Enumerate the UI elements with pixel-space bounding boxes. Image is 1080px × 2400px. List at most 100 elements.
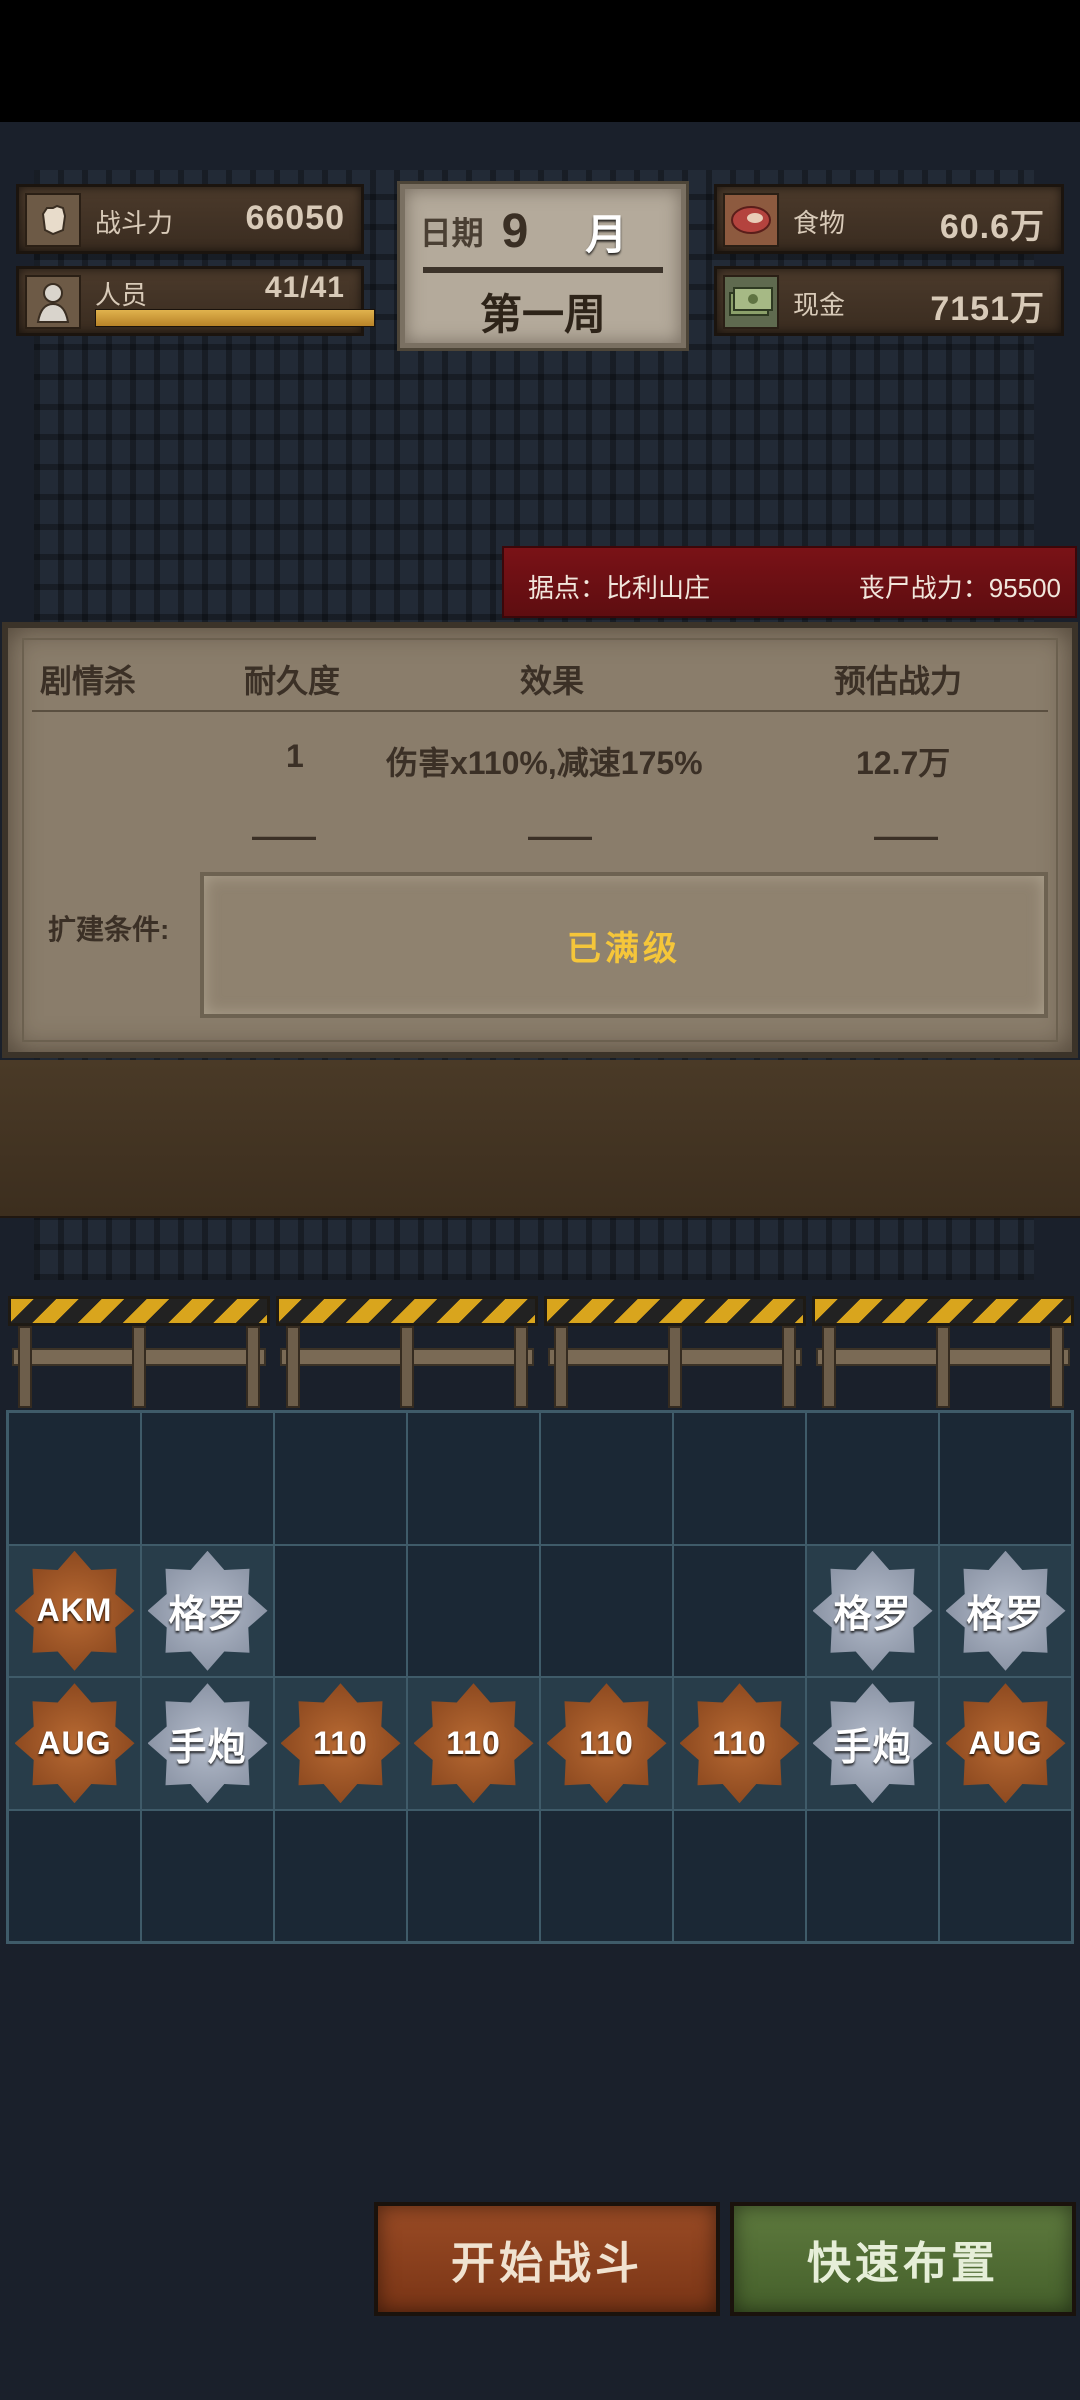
- header-durability: 耐久度: [244, 663, 341, 699]
- unit-token[interactable]: 手炮: [147, 1683, 268, 1804]
- cash-label: 现金: [793, 290, 846, 320]
- unit-token[interactable]: AKM: [14, 1550, 135, 1671]
- cash-value: 7151万: [930, 290, 1045, 328]
- grid-cell[interactable]: [939, 1412, 1072, 1545]
- unit-token[interactable]: 110: [413, 1683, 534, 1804]
- unit-label: 手炮: [833, 1726, 912, 1769]
- cash-stat: 现金 7151万: [714, 266, 1064, 336]
- grid-cell[interactable]: [274, 1809, 407, 1942]
- person-icon: [25, 275, 81, 329]
- row1-power: 12.7万: [856, 745, 951, 781]
- header-estimated-power: 预估战力: [834, 663, 963, 699]
- grid-cell[interactable]: 110: [540, 1677, 673, 1810]
- unit-token[interactable]: 110: [679, 1683, 800, 1804]
- grid-cell[interactable]: 格罗: [806, 1544, 939, 1677]
- personnel-value: 41/41: [264, 271, 345, 304]
- start-battle-button[interactable]: 开始战斗: [374, 2202, 720, 2316]
- barricade: [276, 1296, 538, 1408]
- unit-token[interactable]: AUG: [945, 1683, 1066, 1804]
- stronghold-name: 据点：比利山庄: [528, 573, 711, 603]
- grid-cell[interactable]: AKM: [8, 1544, 141, 1677]
- grid-cell[interactable]: [407, 1412, 540, 1545]
- unit-label: AKM: [36, 1592, 113, 1629]
- barricade: [812, 1296, 1074, 1408]
- personnel-stat: 人员 41/41: [16, 266, 375, 336]
- grid-cell[interactable]: [540, 1809, 673, 1942]
- unit-label: 110: [313, 1724, 368, 1761]
- date-week: 第一周: [479, 291, 606, 338]
- cash-icon: [723, 275, 779, 329]
- row2-effect: ——: [528, 818, 592, 854]
- grid-cell[interactable]: AUG: [8, 1677, 141, 1810]
- unit-token[interactable]: 格罗: [945, 1550, 1066, 1671]
- date-month: 9: [501, 204, 529, 258]
- combat-power-label: 战斗力: [95, 208, 174, 238]
- quick-deploy-button[interactable]: 快速布置: [730, 2202, 1076, 2316]
- grid-cell[interactable]: [8, 1809, 141, 1942]
- grid-cell[interactable]: [806, 1809, 939, 1942]
- personnel-label: 人员: [95, 280, 148, 310]
- grid-cell[interactable]: 110: [673, 1677, 806, 1810]
- expand-status: 已满级: [567, 929, 681, 968]
- grid-cell[interactable]: [8, 1412, 141, 1545]
- grid-cell[interactable]: 手炮: [141, 1677, 274, 1810]
- unit-token[interactable]: 格罗: [812, 1550, 933, 1671]
- row2-durability: ——: [252, 818, 316, 854]
- grid-cell[interactable]: [806, 1412, 939, 1545]
- header-divider: [32, 710, 1048, 712]
- grid-cell[interactable]: [673, 1809, 806, 1942]
- date-month-unit: 月: [585, 210, 628, 258]
- header-effect: 效果: [520, 663, 585, 699]
- status-bar: [0, 0, 1080, 122]
- dirt-strip: [0, 1060, 1080, 1218]
- unit-token[interactable]: 手炮: [812, 1683, 933, 1804]
- unit-token[interactable]: 格罗: [147, 1550, 268, 1671]
- personnel-progress-bar: [95, 309, 375, 327]
- fist-icon: [25, 193, 81, 247]
- grid-cell[interactable]: 格罗: [141, 1544, 274, 1677]
- grid-cell[interactable]: 手炮: [806, 1677, 939, 1810]
- deployment-grid: AKM 格罗 格罗 格罗 AUG 手炮 110 110 110 110 手炮 AUG: [6, 1410, 1074, 1944]
- grid-cell[interactable]: [274, 1544, 407, 1677]
- row1-durability: 1: [286, 738, 304, 774]
- date-label: 日期: [419, 215, 484, 251]
- grid-cell[interactable]: 格罗: [939, 1544, 1072, 1677]
- facility-info-panel: 剧情杀 耐久度 效果 预估战力 1 伤害x110%,减速175% 12.7万 —…: [2, 622, 1078, 1058]
- personnel-progress-fill: [96, 310, 374, 326]
- grid-cell[interactable]: 110: [407, 1677, 540, 1810]
- grid-cell[interactable]: [673, 1544, 806, 1677]
- grid-cell[interactable]: [407, 1544, 540, 1677]
- unit-label: AUG: [968, 1724, 1043, 1761]
- grid-cell[interactable]: AUG: [939, 1677, 1072, 1810]
- unit-label: 110: [712, 1724, 767, 1761]
- steak-icon: [723, 193, 779, 247]
- food-label: 食物: [793, 208, 846, 238]
- row1-effect: 伤害x110%,减速175%: [386, 745, 703, 781]
- grid-cell[interactable]: [673, 1412, 806, 1545]
- grid-cell[interactable]: [939, 1809, 1072, 1942]
- grid-cell[interactable]: [407, 1809, 540, 1942]
- grid-cell[interactable]: [274, 1412, 407, 1545]
- food-stat: 食物 60.6万: [714, 184, 1064, 254]
- header-plot-kill: 剧情杀: [40, 663, 137, 699]
- unit-label: 格罗: [966, 1594, 1045, 1637]
- unit-label: 手炮: [168, 1726, 247, 1769]
- grid-cell[interactable]: [540, 1412, 673, 1545]
- grid-cell[interactable]: [540, 1544, 673, 1677]
- combat-power-value: 66050: [245, 199, 345, 237]
- unit-label: AUG: [37, 1724, 112, 1761]
- unit-token[interactable]: 110: [546, 1683, 667, 1804]
- zombie-power: 丧尸战力：95500: [858, 573, 1061, 603]
- unit-token[interactable]: 110: [280, 1683, 401, 1804]
- row2-power: ——: [874, 818, 938, 854]
- expand-condition-label: 扩建条件:: [48, 914, 170, 945]
- grid-cell[interactable]: [141, 1412, 274, 1545]
- unit-token[interactable]: AUG: [14, 1683, 135, 1804]
- combat-power-stat: 战斗力 66050: [16, 184, 364, 254]
- unit-label: 格罗: [168, 1594, 247, 1637]
- grid-cell[interactable]: 110: [274, 1677, 407, 1810]
- date-card: 日期 9 月 第一周: [400, 184, 686, 348]
- unit-label: 格罗: [833, 1594, 912, 1637]
- grid-cell[interactable]: [141, 1809, 274, 1942]
- food-value: 60.6万: [939, 208, 1045, 246]
